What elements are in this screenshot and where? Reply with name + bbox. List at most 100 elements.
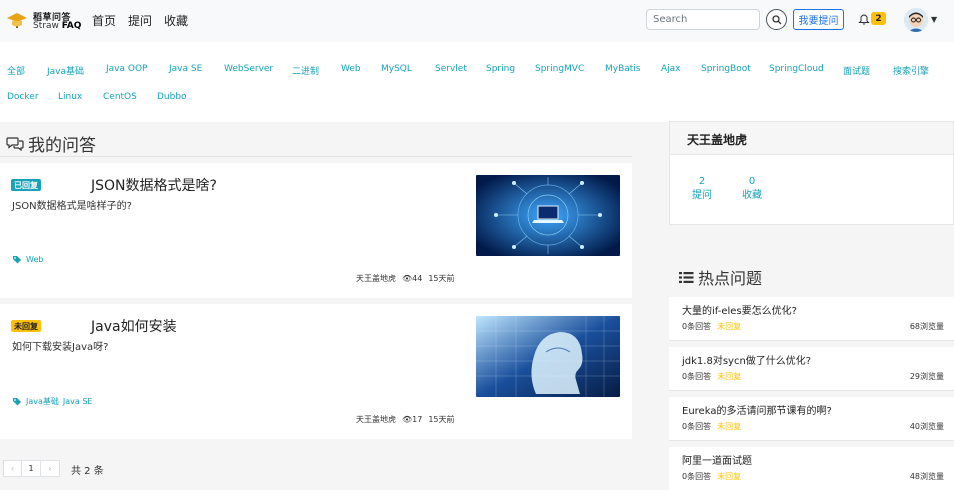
question-tag[interactable]: Web [26, 255, 43, 264]
tag-java-basic[interactable]: Java基础 [47, 64, 84, 77]
hot-question-meta: 0条回答 未回复 [682, 422, 742, 431]
stat-questions[interactable]: 2 提问 [692, 175, 712, 203]
hot-question-views: 29浏览量 [909, 372, 944, 381]
tag-webserver[interactable]: WebServer [224, 64, 273, 74]
notification-badge: 2 [871, 12, 886, 25]
next-page-button[interactable]: › [41, 460, 60, 477]
hot-question-views: 40浏览量 [909, 422, 944, 431]
ai-head-image [476, 316, 620, 397]
question-description: JSON数据格式是啥样子的? [12, 201, 132, 212]
question-time: 15天前 [428, 415, 455, 424]
tag-linux[interactable]: Linux [58, 92, 82, 102]
tag-dubbo[interactable]: Dubbo [157, 92, 187, 102]
ask-question-button[interactable]: 我要提问 [793, 9, 844, 30]
hot-questions-heading: 热点问题 [679, 265, 762, 289]
question-meta: 天王盖地虎 👁17 15天前 [356, 414, 455, 425]
user-name: 天王盖地虎 [687, 133, 748, 147]
brand-subtitle: Straw FAQ [33, 21, 82, 31]
search-icon [771, 14, 781, 24]
user-profile-card: 天王盖地虎 2 提问 0 收藏 [669, 121, 954, 225]
question-tags: Java基础 Java SE [12, 396, 92, 407]
question-thumbnail[interactable] [476, 316, 620, 397]
top-navbar: 稻草问答 Straw FAQ 首页 提问 收藏 我要提问 2 ▼ [0, 0, 954, 42]
tag-docker[interactable]: Docker [7, 92, 39, 102]
hot-question-title[interactable]: 阿里一道面试题 [682, 452, 752, 467]
question-tag[interactable]: Java基础 [26, 396, 59, 407]
favorites-label: 收藏 [742, 190, 762, 201]
eye-icon: 👁 [402, 415, 413, 424]
brand-logo[interactable]: 稻草问答 Straw FAQ [5, 8, 81, 34]
hot-question-title[interactable]: Eureka的多活请问那节课有的啊? [682, 402, 832, 417]
hot-question-meta: 0条回答 未回复 [682, 322, 742, 331]
question-author: 天王盖地虎 [356, 274, 396, 283]
question-tag[interactable]: Java SE [63, 397, 93, 406]
tag-ajax[interactable]: Ajax [661, 64, 681, 74]
user-avatar[interactable] [904, 8, 928, 32]
avatar-icon [904, 8, 928, 32]
tag-mysql[interactable]: MySQL [381, 64, 412, 74]
laptop-network-image [476, 175, 620, 256]
chevron-down-icon[interactable]: ▼ [931, 15, 937, 24]
tag-binary[interactable]: 二进制 [292, 64, 319, 77]
tag-spring[interactable]: Spring [486, 64, 515, 74]
page-number[interactable]: 1 [22, 460, 41, 477]
question-title[interactable]: JSON数据格式是啥? [91, 175, 217, 195]
favorites-count: 0 [748, 176, 756, 187]
tag-servlet[interactable]: Servlet [435, 64, 467, 74]
hot-question-views: 68浏览量 [909, 322, 944, 331]
tag-web[interactable]: Web [341, 64, 361, 74]
total-count: 共 2 条 [71, 466, 104, 477]
question-thumbnail[interactable] [476, 175, 620, 256]
hot-question-meta: 0条回答 未回复 [682, 372, 742, 381]
hot-question-item[interactable]: 阿里一道面试题 0条回答 未回复 48浏览量 [669, 447, 954, 490]
question-author: 天王盖地虎 [356, 415, 396, 424]
search-button[interactable] [766, 9, 787, 30]
nav-home[interactable]: 首页 [92, 12, 116, 29]
hot-question-item[interactable]: Eureka的多活请问那节课有的啊? 0条回答 未回复 40浏览量 [669, 397, 954, 441]
questions-count: 2 [698, 176, 706, 187]
tags-icon [13, 398, 21, 406]
tag-springmvc[interactable]: SpringMVC [535, 64, 584, 74]
user-card-header: 天王盖地虎 [670, 122, 953, 155]
stat-favorites[interactable]: 0 收藏 [742, 175, 762, 203]
question-time: 15天前 [428, 274, 455, 283]
divider [0, 156, 632, 157]
eye-icon: 👁 [402, 274, 413, 283]
tag-springboot[interactable]: SpringBoot [701, 64, 751, 74]
tag-springcloud[interactable]: SpringCloud [769, 64, 824, 74]
nav-favorites[interactable]: 收藏 [164, 12, 188, 29]
question-card[interactable]: 未回复 Java如何安装 如何下载安装Java呀? Java基础 Java SE… [0, 304, 632, 439]
status-badge: 已回复 [11, 179, 41, 191]
hot-question-item[interactable]: jdk1.8对sycn做了什么优化? 0条回答 未回复 29浏览量 [669, 347, 954, 391]
view-count: 👁44 [402, 274, 423, 283]
straw-hat-icon [7, 13, 27, 28]
main-nav: 首页 提问 收藏 [92, 12, 188, 29]
question-title[interactable]: Java如何安装 [91, 316, 177, 336]
my-questions-title: 我的问答 [28, 136, 96, 156]
my-questions-heading: 我的问答 [6, 131, 96, 156]
tag-search-engine[interactable]: 搜索引擎 [893, 64, 929, 77]
status-badge: 未回复 [11, 320, 41, 332]
tag-java-se[interactable]: Java SE [169, 64, 202, 74]
search-input[interactable] [646, 9, 760, 30]
question-meta: 天王盖地虎 👁44 15天前 [356, 273, 455, 284]
view-count: 👁17 [402, 415, 423, 424]
hot-question-title[interactable]: 大量的if-eles要怎么优化? [682, 302, 797, 317]
bell-icon[interactable] [858, 12, 870, 25]
question-tags: Web [12, 255, 43, 264]
hot-questions-title: 热点问题 [698, 269, 763, 288]
hot-question-meta: 0条回答 未回复 [682, 472, 742, 481]
list-icon [679, 271, 694, 283]
tag-all[interactable]: 全部 [7, 64, 25, 77]
prev-page-button[interactable]: ‹ [3, 460, 22, 477]
question-description: 如何下载安装Java呀? [12, 342, 109, 353]
question-card[interactable]: 已回复 JSON数据格式是啥? JSON数据格式是啥样子的? Web 天王盖地虎… [0, 163, 632, 298]
tag-centos[interactable]: CentOS [103, 92, 137, 102]
tag-mybatis[interactable]: MyBatis [605, 64, 641, 74]
nav-ask[interactable]: 提问 [128, 12, 152, 29]
tag-interview[interactable]: 面试题 [843, 64, 870, 77]
hot-question-item[interactable]: 大量的if-eles要怎么优化? 0条回答 未回复 68浏览量 [669, 297, 954, 341]
questions-label: 提问 [692, 190, 712, 201]
tag-java-oop[interactable]: Java OOP [106, 64, 147, 74]
hot-question-title[interactable]: jdk1.8对sycn做了什么优化? [682, 352, 811, 367]
